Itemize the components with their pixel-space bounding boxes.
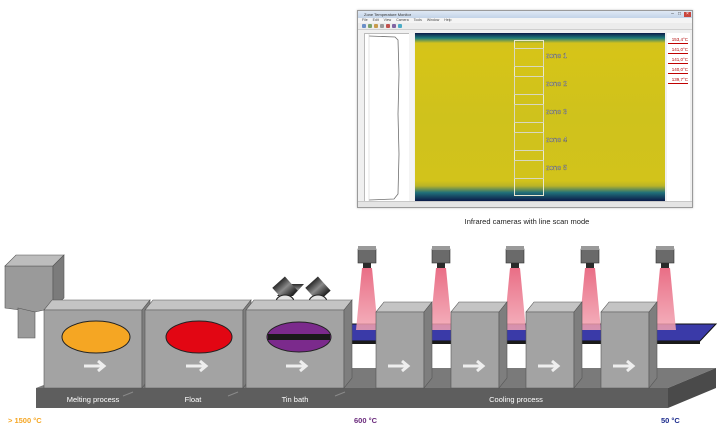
ir-camera — [431, 246, 451, 268]
cooling-unit — [450, 301, 508, 389]
glass-layer — [268, 334, 330, 340]
float-glass-line-diagram: Infrared cameras with line scan mode Mel… — [4, 217, 718, 425]
temperature-start: > 1500 °C — [8, 416, 42, 425]
cooling-unit — [600, 301, 658, 389]
temperature-middle: 600 °C — [354, 416, 378, 425]
float-glass-pool — [165, 320, 233, 354]
tin-bath — [245, 299, 353, 389]
ir-camera — [655, 246, 675, 268]
ir-camera — [580, 246, 600, 268]
caption: Infrared cameras with line scan mode — [465, 217, 590, 226]
laser-beam — [430, 268, 452, 330]
ir-camera — [357, 246, 377, 268]
laser-beam — [356, 268, 378, 330]
molten-glass-pool — [61, 320, 131, 354]
cooling-unit — [375, 301, 433, 389]
stage-label-float: Float — [185, 395, 203, 404]
stage-label-cooling: Cooling process — [489, 395, 543, 404]
float-chamber — [144, 299, 252, 389]
stage-label-tin-bath: Tin bath — [282, 395, 309, 404]
cooling-unit — [525, 301, 583, 389]
ir-camera — [505, 246, 525, 268]
melting-furnace — [43, 299, 151, 389]
stage-label-melting: Melting process — [67, 395, 120, 404]
temperature-end: 50 °C — [661, 416, 680, 425]
